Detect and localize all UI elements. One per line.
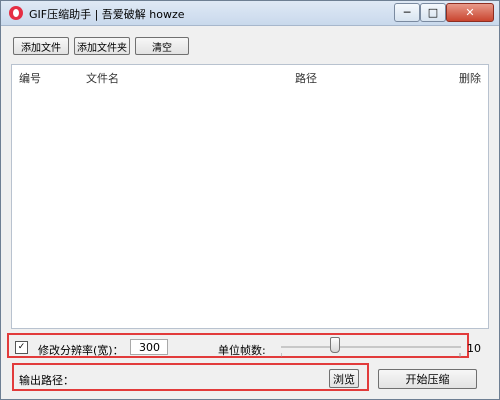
output-path-label: 输出路径： bbox=[19, 374, 74, 387]
frame-unit-label: 单位帧数: bbox=[218, 344, 266, 357]
browse-button[interactable]: 浏览 bbox=[329, 369, 359, 388]
column-header-path[interactable]: 路径 bbox=[295, 70, 317, 86]
start-compress-button[interactable]: 开始压缩 bbox=[378, 369, 477, 389]
file-list[interactable]: 编号 文件名 路径 删除 bbox=[11, 64, 489, 329]
window-title: GIF压缩助手 | 吾爱破解 howze bbox=[29, 8, 185, 21]
add-folder-button[interactable]: 添加文件夹 bbox=[74, 37, 130, 55]
column-header-delete[interactable]: 删除 bbox=[459, 70, 481, 86]
frame-slider-track[interactable] bbox=[281, 346, 461, 348]
close-button[interactable]: ✕ bbox=[446, 3, 494, 22]
frame-slider-thumb[interactable] bbox=[330, 337, 340, 353]
add-file-button[interactable]: 添加文件 bbox=[13, 37, 69, 55]
column-header-number[interactable]: 编号 bbox=[19, 70, 41, 86]
modify-resolution-label: 修改分辨率(宽)： bbox=[38, 344, 124, 357]
width-value: 300 bbox=[139, 341, 160, 354]
app-icon bbox=[9, 6, 23, 20]
title-bar: GIF压缩助手 | 吾爱破解 howze ─ □ ✕ bbox=[1, 1, 499, 26]
minimize-icon: ─ bbox=[403, 6, 411, 19]
output-path-input[interactable] bbox=[81, 370, 329, 388]
clear-button[interactable]: 清空 bbox=[135, 37, 189, 55]
width-input[interactable]: 300 bbox=[130, 339, 168, 355]
modify-resolution-checkbox[interactable]: ✓ bbox=[15, 341, 28, 354]
frame-value: 10 bbox=[467, 342, 481, 355]
minimize-button[interactable]: ─ bbox=[394, 3, 420, 22]
maximize-button[interactable]: □ bbox=[420, 3, 446, 22]
maximize-icon: □ bbox=[427, 6, 439, 19]
list-header: 编号 文件名 路径 删除 bbox=[12, 65, 488, 87]
frame-slider-ticks bbox=[281, 353, 461, 357]
close-icon: ✕ bbox=[465, 6, 475, 19]
app-window: GIF压缩助手 | 吾爱破解 howze ─ □ ✕ 添加文件 添加文件夹 清空… bbox=[0, 0, 500, 400]
column-header-filename[interactable]: 文件名 bbox=[86, 70, 119, 86]
